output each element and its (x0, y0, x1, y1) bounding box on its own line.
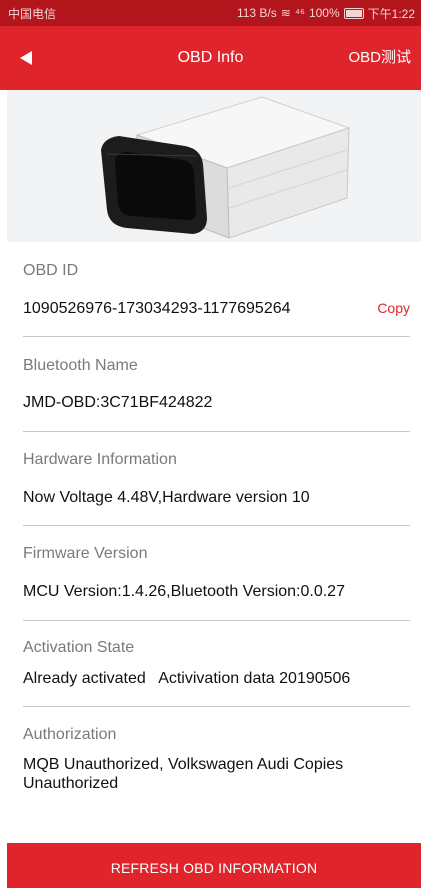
firmware-value: MCU Version:1.4.26,Bluetooth Version:0.0… (23, 583, 345, 600)
wifi-icon: ≋ (280, 6, 291, 20)
refresh-obd-button[interactable]: REFRESH OBD INFORMATION (7, 843, 421, 888)
activation-value: Already activated Activivation data 2019… (23, 670, 351, 687)
status-bar: 中国电信 113 B/s ≋ ⁴⁶ 100% 下午1:22 (0, 0, 421, 26)
carrier-label: 中国电信 (8, 6, 57, 21)
obd-device-image (7, 90, 421, 242)
back-button[interactable] (14, 46, 38, 70)
status-indicators: 113 B/s ≋ ⁴⁶ 100% 下午1:22 (237, 5, 415, 22)
obd-dongle-illustration (101, 96, 351, 239)
bluetooth-name-value: JMD-OBD:3C71BF424822 (23, 394, 213, 411)
authorization-value: MQB Unauthorized, Volkswagen Audi Copies… (23, 756, 344, 792)
back-arrow-icon (20, 51, 32, 65)
clock: 下午1:22 (367, 6, 415, 21)
obd-id-value: 1090526976-173034293-1177695264 (23, 300, 291, 317)
network-speed: 113 B/s (236, 6, 277, 20)
app-bar: OBD Info OBD测试 (0, 26, 421, 90)
copy-button[interactable]: Copy (377, 300, 410, 316)
hardware-label: Hardware Information (23, 451, 177, 468)
authorization-label: Authorization (23, 726, 117, 743)
signal-icon: ⁴⁶ (294, 6, 305, 20)
activation-section: Activation State Already activated Activ… (23, 621, 410, 707)
obd-id-section: OBD ID 1090526976-173034293-1177695264 C… (23, 242, 410, 337)
authorization-section: Authorization MQB Unauthorized, Volkswag… (23, 706, 410, 806)
firmware-section: Firmware Version MCU Version:1.4.26,Blue… (23, 526, 410, 621)
hardware-section: Hardware Information Now Voltage 4.48V,H… (23, 432, 410, 526)
obd-id-label: OBD ID (23, 262, 79, 279)
bluetooth-name-section: Bluetooth Name JMD-OBD:3C71BF424822 (23, 337, 410, 432)
battery-icon (343, 7, 364, 19)
activation-label: Activation State (23, 639, 135, 656)
firmware-label: Firmware Version (23, 545, 148, 562)
hardware-value: Now Voltage 4.48V,Hardware version 10 (23, 489, 310, 506)
bluetooth-name-label: Bluetooth Name (23, 357, 138, 374)
obd-test-button[interactable]: OBD测试 (348, 26, 411, 90)
battery-percent: 100% (308, 6, 340, 20)
